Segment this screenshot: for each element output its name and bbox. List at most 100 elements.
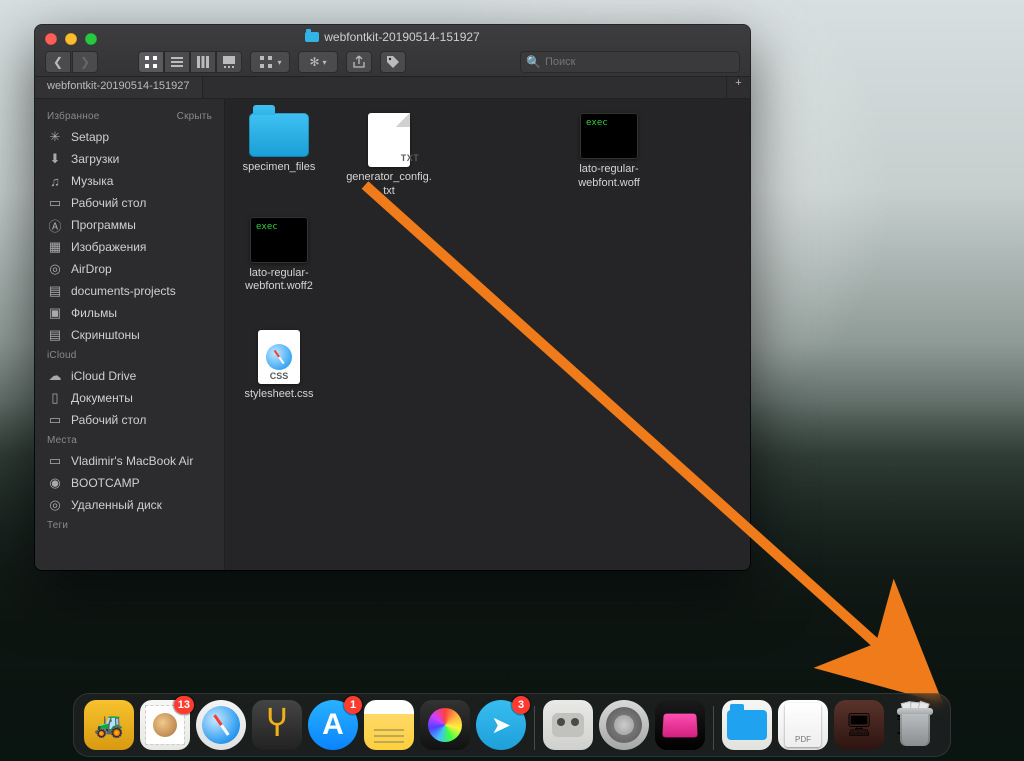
- dock-stack-pdf[interactable]: [778, 700, 828, 750]
- search-input[interactable]: [520, 51, 740, 73]
- sidebar-item-desktop[interactable]: ▭Рабочий стол: [35, 192, 224, 214]
- arrange-button[interactable]: ▾: [250, 51, 290, 73]
- sidebar-item-documents[interactable]: ▯Документы: [35, 387, 224, 409]
- dock-app-telegram[interactable]: ➤3: [476, 700, 526, 750]
- finder-window: webfontkit-20190514-151927 ❮ ❯: [35, 25, 750, 570]
- sidebar-section-favorites: Избранное: [47, 111, 99, 122]
- dock-app-settings[interactable]: [599, 700, 649, 750]
- file-item[interactable]: CSS stylesheet.css: [235, 330, 323, 402]
- file-item[interactable]: exec lato-regular-webfont.woff2: [235, 217, 323, 295]
- sidebar-item-movies[interactable]: ▣Фильмы: [35, 302, 224, 324]
- parallels-icon: 🖥: [845, 712, 873, 738]
- file-item[interactable]: TXT generator_config.txt: [345, 113, 433, 199]
- dock-stack-dropbox[interactable]: [722, 700, 772, 750]
- txt-file-icon: TXT: [368, 113, 410, 167]
- folder-icon: [305, 32, 319, 42]
- sidebar-item-icloud-drive[interactable]: ☁iCloud Drive: [35, 365, 224, 387]
- disc-icon: ◎: [47, 497, 63, 513]
- sidebar-item-music[interactable]: ♫Музыка: [35, 170, 224, 192]
- window-title: webfontkit-20190514-151927: [35, 25, 750, 49]
- dropbox-folder-icon: [727, 710, 767, 740]
- folder-icon: [249, 113, 309, 157]
- dock-separator: [534, 706, 535, 750]
- sidebar-item-screenshots[interactable]: ▤Скриншtоны: [35, 324, 224, 346]
- safari-icon: [202, 706, 240, 744]
- sidebar-item-pictures[interactable]: ▦Изображения: [35, 236, 224, 258]
- dock-app-cleanmymac[interactable]: [655, 700, 705, 750]
- list-view-button[interactable]: [164, 51, 190, 73]
- close-button[interactable]: [45, 33, 57, 45]
- sidebar-item-downloads[interactable]: ⬇Загрузки: [35, 148, 224, 170]
- sidebar-item-airdrop[interactable]: ◎AirDrop: [35, 258, 224, 280]
- sublime-icon: Ⴤ: [267, 705, 287, 745]
- window-controls: [45, 33, 97, 45]
- sidebar-section-icloud: iCloud: [47, 350, 77, 361]
- airdrop-icon: ◎: [47, 261, 63, 277]
- sidebar-item-setapp[interactable]: ✳Setapp: [35, 126, 224, 148]
- tweetbot-icon: [552, 713, 584, 737]
- sidebar: Избранное Скрыть ✳Setapp ⬇Загрузки ♫Музы…: [35, 99, 225, 570]
- gear-icon: ✻: [309, 55, 319, 69]
- dock-separator: [713, 706, 714, 750]
- sidebar-item-bootcamp[interactable]: ◉BOOTCAMP: [35, 472, 224, 494]
- dock-stack-parallels[interactable]: 🖥: [834, 700, 884, 750]
- back-button[interactable]: ❮: [45, 51, 71, 73]
- action-menu-button[interactable]: ✻▾: [298, 51, 338, 73]
- desktop-icon: ▭: [47, 412, 63, 428]
- gallery-view-button[interactable]: [216, 51, 242, 73]
- desktop: webfontkit-20190514-151927 ❮ ❯: [0, 0, 1024, 761]
- file-grid: specimen_files TXT generator_config.txt …: [225, 99, 750, 570]
- share-button[interactable]: [346, 51, 372, 73]
- exec-file-icon: exec: [250, 217, 308, 263]
- dock-app-tweetbot[interactable]: [543, 700, 593, 750]
- laptop-icon: ▭: [47, 453, 63, 469]
- sidebar-item-documents-projects[interactable]: ▤documents-projects: [35, 280, 224, 302]
- applications-icon: Ⓐ: [47, 217, 63, 233]
- tags-button[interactable]: [380, 51, 406, 73]
- dock-trash[interactable]: 策: [890, 700, 940, 750]
- desktop-icon: ▭: [47, 195, 63, 211]
- tab-current[interactable]: webfontkit-20190514-151927: [35, 77, 203, 98]
- sidebar-section-tags: Теги: [47, 520, 68, 531]
- dock-app-appstore[interactable]: A1: [308, 700, 358, 750]
- tag-icon: [385, 54, 401, 70]
- document-icon: ▯: [47, 390, 63, 406]
- downloads-icon: ⬇: [47, 151, 63, 167]
- sidebar-item-icloud-desktop[interactable]: ▭Рабочий стол: [35, 409, 224, 431]
- view-mode-group: [138, 51, 242, 73]
- dock-app-mail[interactable]: 13: [140, 700, 190, 750]
- trash-icon: 策: [896, 704, 934, 746]
- maximize-button[interactable]: [85, 33, 97, 45]
- dock-app-sublime[interactable]: Ⴤ: [252, 700, 302, 750]
- icon-view-button[interactable]: [138, 51, 164, 73]
- movies-icon: ▣: [47, 305, 63, 321]
- new-tab-button[interactable]: +: [726, 77, 750, 98]
- minimize-button[interactable]: [65, 33, 77, 45]
- file-item[interactable]: specimen_files: [235, 113, 323, 199]
- exec-file-icon: exec: [580, 113, 638, 159]
- column-view-button[interactable]: [190, 51, 216, 73]
- cloud-icon: ☁: [47, 368, 63, 384]
- dock: 🚜 13 Ⴤ A1 ➤3 🖥 策: [0, 693, 1024, 761]
- disk-icon: ◉: [47, 475, 63, 491]
- cleanmymac-icon: [662, 714, 697, 738]
- search-icon: 🔍: [526, 55, 541, 69]
- dock-app-notes[interactable]: [364, 700, 414, 750]
- sidebar-item-remote-disc[interactable]: ◎Удаленный диск: [35, 494, 224, 516]
- pdf-icon: [785, 703, 821, 747]
- sidebar-item-applications[interactable]: ⒶПрограммы: [35, 214, 224, 236]
- gear-icon: [606, 707, 642, 743]
- titlebar: webfontkit-20190514-151927 ❮ ❯: [35, 25, 750, 77]
- appstore-icon: A: [322, 708, 344, 742]
- forward-button[interactable]: ❯: [72, 51, 98, 73]
- sidebar-section-locations: Места: [47, 435, 77, 446]
- dock-app-davinci[interactable]: [420, 700, 470, 750]
- sidebar-item-macbook[interactable]: ▭Vladimir's MacBook Air: [35, 450, 224, 472]
- notes-icon: [374, 729, 404, 731]
- share-icon: [351, 54, 367, 70]
- dock-app-safari[interactable]: [196, 700, 246, 750]
- dock-app-forklift[interactable]: 🚜: [84, 700, 134, 750]
- sidebar-hide-button[interactable]: Скрыть: [177, 111, 212, 122]
- search-field: 🔍: [520, 51, 740, 73]
- file-item[interactable]: exec lato-regular-webfont.woff: [565, 113, 653, 199]
